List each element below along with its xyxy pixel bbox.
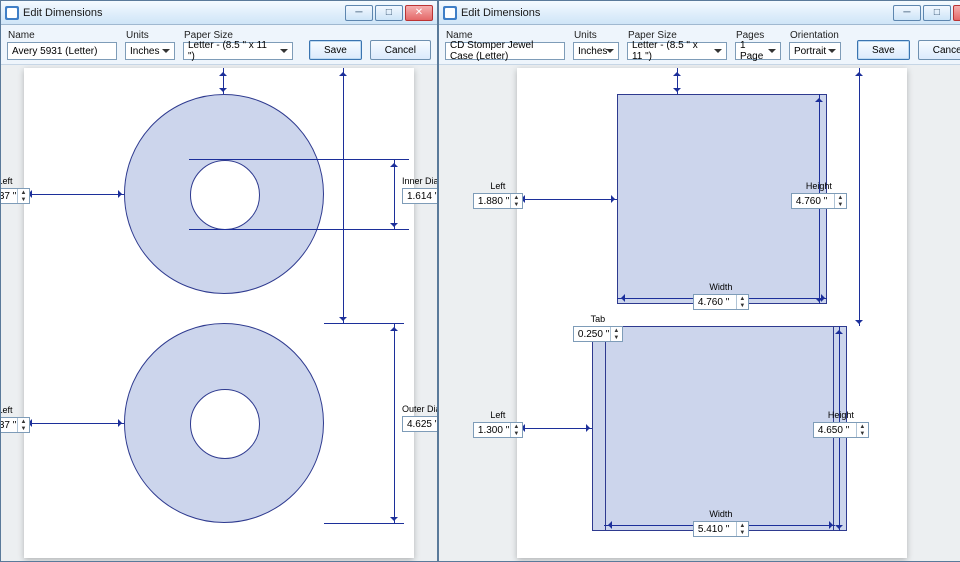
left1-input[interactable]: 1.937 "▲▼: [1, 188, 30, 204]
left1r-input[interactable]: 1.880 "▲▼: [473, 193, 523, 209]
dim-tab: Tab 0.250 "▲▼: [573, 314, 623, 342]
tab-input[interactable]: 0.250 "▲▼: [573, 326, 623, 342]
height2-input[interactable]: 4.650 "▲▼: [813, 422, 869, 438]
left2r-input[interactable]: 1.300 "▲▼: [473, 422, 523, 438]
dim-left1: Left 1.937 "▲▼: [1, 176, 30, 204]
close-button[interactable]: ✕: [405, 5, 433, 21]
arrow-left2: [24, 423, 124, 424]
paper-field: Paper Size Letter - (8.5 " x 11 "): [183, 30, 293, 60]
width2-input[interactable]: 5.410 "▲▼: [693, 521, 749, 537]
units-select[interactable]: Inches: [573, 42, 619, 60]
units-field: Units Inches: [125, 30, 175, 60]
units-label: Units: [125, 30, 175, 41]
canvas-right: Top 0.620 "▲▼ Top 5.750 "▲▼ Left 1.880 "…: [439, 65, 960, 561]
save-button[interactable]: Save: [309, 40, 362, 60]
pages-field: Pages 1 Page: [735, 30, 781, 60]
name-field: Name Avery 5931 (Letter): [7, 30, 117, 60]
paper-select[interactable]: Letter - (8.5 " x 11 "): [627, 42, 727, 60]
outer-input[interactable]: 4.625 "▲▼: [402, 416, 437, 432]
arrow-left1: [24, 194, 124, 195]
page-right: Top 0.620 "▲▼ Top 5.750 "▲▼ Left 1.880 "…: [517, 68, 907, 558]
dim-height1: Height 4.760 "▲▼: [791, 181, 847, 209]
dim-left2: Left 1.937 "▲▼: [1, 405, 30, 433]
disc-top[interactable]: [124, 94, 324, 294]
cancel-button[interactable]: Cancel: [370, 40, 431, 60]
canvas-left: Top 0.687 "▲▼ Top 5.687 "▲▼ Left 1.937 "…: [1, 65, 437, 561]
height1-input[interactable]: 4.760 "▲▼: [791, 193, 847, 209]
dim-width1: Width 4.760 "▲▼: [693, 282, 749, 310]
dim-inner: Inner Diameter 1.614 "▲▼: [376, 176, 437, 204]
dim-height2: Height 4.650 "▲▼: [813, 410, 869, 438]
titlebar-left: Edit Dimensions ─ □ ✕: [1, 1, 437, 25]
arrow-top2: [343, 68, 344, 323]
save-button[interactable]: Save: [857, 40, 910, 60]
page-left: Top 0.687 "▲▼ Top 5.687 "▲▼ Left 1.937 "…: [24, 68, 414, 558]
app-icon: [5, 6, 19, 20]
disc-bottom-hole: [190, 389, 260, 459]
dim-outer: Outer Diameter 4.625 "▲▼: [376, 404, 437, 432]
disc-bottom[interactable]: [124, 323, 324, 523]
minimize-button[interactable]: ─: [893, 5, 921, 21]
paper-field: Paper Size Letter - (8.5 " x 11 "): [627, 30, 727, 60]
app-icon: [443, 6, 457, 20]
toolbar-left: Name Avery 5931 (Letter) Units Inches Pa…: [1, 25, 437, 65]
width1-input[interactable]: 4.760 "▲▼: [693, 294, 749, 310]
dim-left1-r: Left 1.880 "▲▼: [473, 181, 523, 209]
pages-select[interactable]: 1 Page: [735, 42, 781, 60]
cancel-button[interactable]: Cancel: [918, 40, 960, 60]
units-select[interactable]: Inches: [125, 42, 175, 60]
orientation-field: Orientation Portrait: [789, 30, 841, 60]
paper-select[interactable]: Letter - (8.5 " x 11 "): [183, 42, 293, 60]
name-input[interactable]: Avery 5931 (Letter): [7, 42, 117, 60]
window-title: Edit Dimensions: [23, 7, 102, 19]
units-field: Units Inches: [573, 30, 619, 60]
jewel-bottom[interactable]: [592, 326, 847, 531]
toolbar-right: Name CD Stomper Jewel Case (Letter) Unit…: [439, 25, 960, 65]
titlebar-right: Edit Dimensions ─ □ ✕: [439, 1, 960, 25]
name-label: Name: [7, 30, 117, 41]
window-title: Edit Dimensions: [461, 7, 540, 19]
minimize-button[interactable]: ─: [345, 5, 373, 21]
name-input[interactable]: CD Stomper Jewel Case (Letter): [445, 42, 565, 60]
window-right: Edit Dimensions ─ □ ✕ Name CD Stomper Je…: [438, 0, 960, 562]
left2-input[interactable]: 1.937 "▲▼: [1, 417, 30, 433]
orientation-select[interactable]: Portrait: [789, 42, 841, 60]
maximize-button[interactable]: □: [923, 5, 951, 21]
window-left: Edit Dimensions ─ □ ✕ Name Avery 5931 (L…: [0, 0, 438, 562]
name-field: Name CD Stomper Jewel Case (Letter): [445, 30, 565, 60]
inner-input[interactable]: 1.614 "▲▼: [402, 188, 437, 204]
maximize-button[interactable]: □: [375, 5, 403, 21]
dim-width2: Width 5.410 "▲▼: [693, 509, 749, 537]
dim-left2-r: Left 1.300 "▲▼: [473, 410, 523, 438]
close-button[interactable]: ✕: [953, 5, 960, 21]
disc-top-hole: [190, 160, 260, 230]
